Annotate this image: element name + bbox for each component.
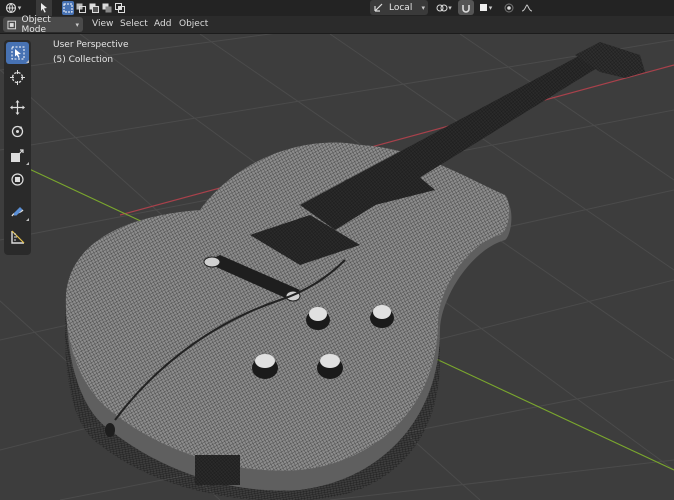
falloff-button[interactable] bbox=[517, 0, 537, 15]
tool-indicator bbox=[26, 162, 29, 165]
view-name-label: User Perspective bbox=[53, 40, 129, 50]
snap-toggle[interactable] bbox=[458, 0, 474, 15]
cursor-arrow-icon bbox=[41, 3, 47, 13]
menu-select[interactable]: Select bbox=[116, 16, 152, 33]
square-icon bbox=[479, 4, 487, 11]
select-mode-intersect-button[interactable] bbox=[114, 1, 126, 15]
mode-label: Object Mode bbox=[21, 14, 51, 35]
cursor-tool[interactable] bbox=[6, 66, 29, 88]
proportional-edit-toggle[interactable] bbox=[502, 0, 516, 15]
proportional-edit-icon bbox=[504, 3, 514, 12]
transform-orientation-dropdown[interactable]: Local ▾ bbox=[370, 0, 428, 15]
chevron-down-icon: ▾ bbox=[448, 3, 452, 12]
move-arrows-icon bbox=[10, 99, 25, 115]
rotate-tool[interactable] bbox=[6, 120, 29, 142]
menu-object[interactable]: Object bbox=[175, 16, 212, 33]
transform-icon bbox=[11, 172, 24, 186]
rotate-icon bbox=[11, 125, 24, 137]
globe-icon bbox=[5, 2, 16, 14]
scale-icon bbox=[11, 148, 24, 162]
menu-view[interactable]: View bbox=[88, 16, 117, 33]
select-mode-extend-button[interactable] bbox=[75, 1, 87, 15]
chevron-down-icon: ▾ bbox=[421, 3, 425, 12]
select-subtract-icon bbox=[89, 3, 99, 13]
measure-tool[interactable] bbox=[6, 226, 29, 248]
tool-indicator bbox=[26, 218, 29, 221]
tool-indicator bbox=[26, 60, 29, 63]
menu-add[interactable]: Add bbox=[150, 16, 175, 33]
select-arrow-icon bbox=[11, 46, 24, 60]
magnet-icon bbox=[462, 4, 470, 13]
3d-cursor-icon bbox=[10, 69, 25, 85]
guitar-mesh bbox=[65, 42, 645, 500]
pivot-point-button[interactable]: ▾ bbox=[432, 0, 456, 15]
select-extend-icon bbox=[76, 3, 86, 13]
select-mode-invert-button[interactable] bbox=[101, 1, 113, 15]
link-icon bbox=[436, 4, 448, 11]
transform-tool[interactable] bbox=[6, 168, 29, 190]
falloff-curve-icon bbox=[521, 3, 533, 11]
viewport-scene bbox=[0, 34, 674, 500]
orientation-label: Local bbox=[389, 2, 413, 13]
select-mode-subtract-button[interactable] bbox=[88, 1, 100, 15]
viewport-header: Object Mode ▾ View Select Add Object bbox=[0, 14, 674, 35]
pencil-icon bbox=[11, 206, 24, 216]
orientation-icon bbox=[374, 3, 383, 12]
select-new-icon bbox=[63, 3, 73, 13]
chevron-down-icon: ▾ bbox=[488, 3, 493, 12]
select-intersect-icon bbox=[115, 3, 125, 13]
editor-type-button[interactable]: ▾ bbox=[2, 1, 24, 15]
3d-viewport[interactable]: User Perspective (5) Collection bbox=[0, 34, 674, 500]
move-tool[interactable] bbox=[6, 96, 29, 118]
mode-dropdown[interactable]: Object Mode ▾ bbox=[3, 14, 83, 35]
ruler-icon bbox=[11, 230, 25, 244]
select-invert-icon bbox=[102, 3, 112, 13]
object-mode-icon bbox=[7, 20, 17, 29]
select-mode-new-button[interactable] bbox=[62, 1, 74, 15]
chevron-down-icon: ▾ bbox=[75, 20, 79, 29]
snap-target-button[interactable]: ▾ bbox=[476, 0, 496, 15]
top-bar: ▾ Local ▾ ▾ ▾ bbox=[0, 0, 674, 17]
tool-shelf bbox=[4, 40, 31, 255]
chevron-down-icon: ▾ bbox=[17, 4, 22, 12]
collection-label: (5) Collection bbox=[53, 55, 114, 65]
